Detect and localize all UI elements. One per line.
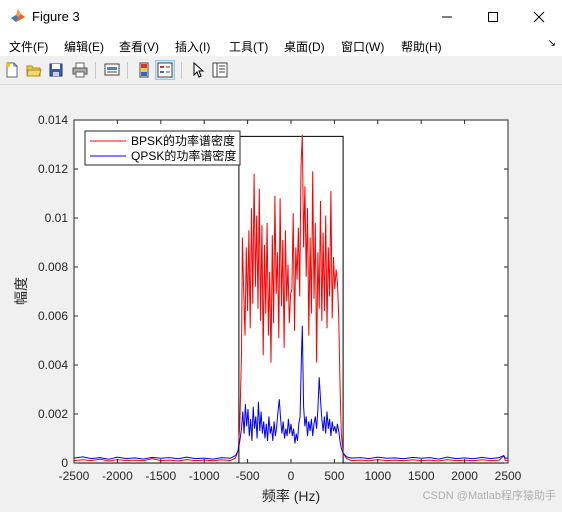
minimize-button[interactable] — [424, 0, 470, 34]
x-tick-label: -1000 — [189, 469, 220, 483]
menu-insert[interactable]: 插入(I) — [175, 38, 210, 55]
menu-tools[interactable]: 工具(T) — [229, 38, 268, 55]
x-tick-label: -1500 — [145, 469, 176, 483]
menu-help[interactable]: 帮助(H) — [401, 38, 442, 55]
toolbar-separator — [127, 62, 128, 79]
print-button[interactable] — [70, 60, 90, 80]
x-axis-label: 频率 (Hz) — [262, 488, 320, 504]
open-file-icon — [26, 65, 42, 77]
x-tick-label: -2000 — [102, 469, 133, 483]
title-bar[interactable]: Figure 3 — [0, 0, 562, 34]
toolbar-separator — [181, 62, 182, 79]
x-tick-label: 2000 — [451, 469, 478, 483]
x-tick-label: 2500 — [495, 469, 522, 483]
x-tick-label: -2500 — [59, 469, 90, 483]
maximize-button[interactable] — [470, 0, 516, 34]
legend-label-bpsk: BPSK的功率谱密度 — [131, 133, 235, 148]
property-inspector-button[interactable] — [210, 60, 230, 80]
menu-bar: 文件(F) 编辑(E) 查看(V) 插入(I) 工具(T) 桌面(D) 窗口(W… — [0, 34, 562, 56]
menu-window[interactable]: 窗口(W) — [341, 38, 384, 55]
toolbar-separator — [95, 62, 96, 79]
menu-file[interactable]: 文件(F) — [9, 38, 48, 55]
y-tick-label: 0.01 — [45, 211, 69, 225]
insert-legend-button[interactable] — [155, 60, 175, 80]
insert-legend-icon — [157, 62, 173, 78]
legend-label-qpsk: QPSK的功率谱密度 — [131, 148, 236, 163]
save-icon — [49, 63, 63, 77]
y-axis-label: 幅度 — [13, 277, 29, 305]
new-figure-icon — [6, 62, 18, 78]
y-tick-label: 0.004 — [38, 358, 68, 372]
dock-figure-icon[interactable]: ↘ — [548, 38, 556, 49]
edit-plot-arrow-icon — [193, 62, 205, 78]
new-figure-button[interactable] — [2, 60, 22, 80]
edit-plot-button[interactable] — [188, 60, 208, 80]
y-tick-label: 0.014 — [38, 113, 68, 127]
figure-toolbar — [0, 57, 562, 85]
x-tick-label: 1000 — [364, 469, 391, 483]
close-icon — [533, 11, 545, 23]
y-tick-label: 0.002 — [38, 407, 68, 421]
y-tick-label: 0.006 — [38, 309, 68, 323]
y-tick-label: 0 — [61, 456, 68, 470]
window-title: Figure 3 — [32, 9, 80, 24]
x-tick-label: 1500 — [408, 469, 435, 483]
matlab-logo-icon — [10, 8, 26, 24]
minimize-icon — [442, 16, 452, 18]
property-inspector-icon — [212, 62, 228, 78]
x-tick-label: 0 — [288, 469, 295, 483]
close-button[interactable] — [516, 0, 562, 34]
menu-edit[interactable]: 编辑(E) — [64, 38, 104, 55]
save-button[interactable] — [46, 60, 66, 80]
link-plot-button[interactable] — [102, 60, 122, 80]
print-icon — [72, 62, 88, 78]
maximize-icon — [488, 12, 498, 22]
open-file-button[interactable] — [24, 60, 44, 80]
x-tick-label: 500 — [324, 469, 344, 483]
link-plot-icon — [104, 63, 120, 76]
figure-window: Figure 3 文件(F) 编辑(E) 查看(V) 插入(I) 工具(T) 桌… — [0, 0, 562, 507]
menu-view[interactable]: 查看(V) — [119, 38, 159, 55]
watermark-text: CSDN @Matlab程序猿助手 — [422, 490, 556, 502]
x-tick-label: -500 — [236, 469, 260, 483]
figure-canvas[interactable]: 0 0.002 0.004 0.006 0.008 0.01 0.012 0.014 -250… — [0, 85, 562, 507]
menu-desktop[interactable]: 桌面(D) — [284, 38, 325, 55]
insert-colorbar-button[interactable] — [134, 60, 154, 80]
insert-colorbar-icon — [139, 62, 149, 78]
y-tick-label: 0.012 — [38, 162, 68, 176]
legend[interactable]: BPSK的功率谱密度 QPSK的功率谱密度 — [84, 130, 241, 166]
y-tick-label: 0.008 — [38, 260, 68, 274]
plot-svg: 0 0.002 0.004 0.006 0.008 0.01 0.012 0.014 -250… — [13, 113, 522, 504]
